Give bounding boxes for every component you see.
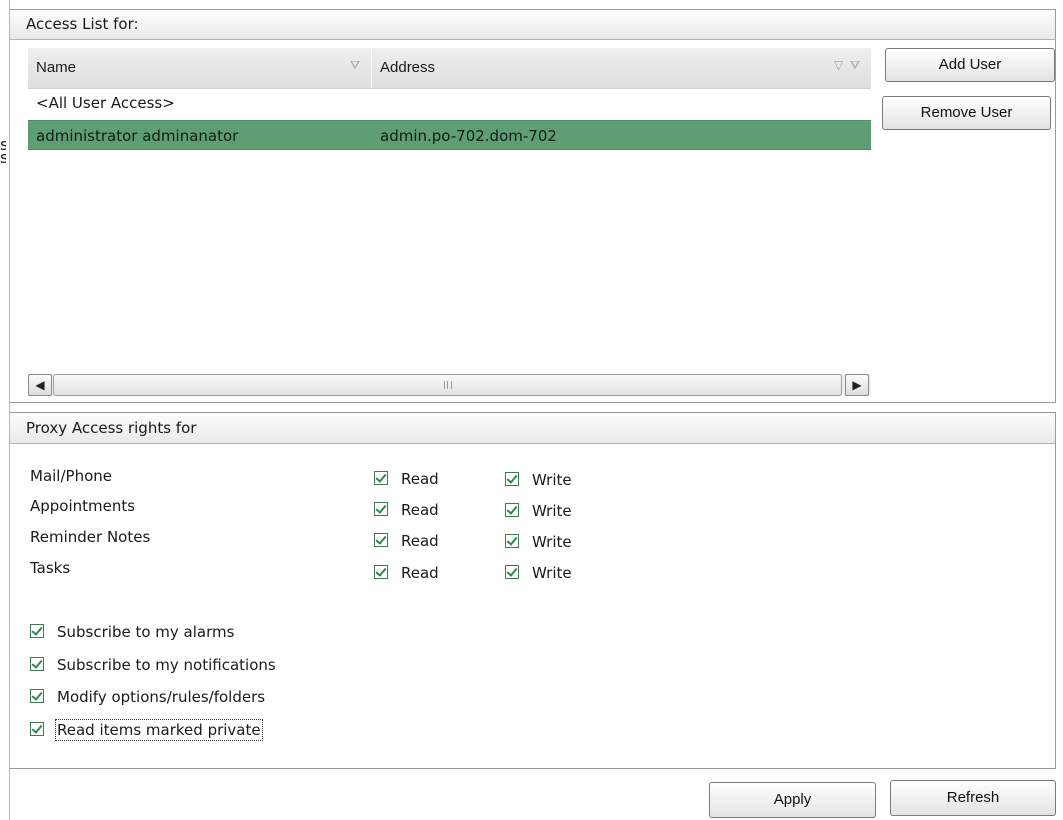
rights-label-appointments: Appointments [30,497,136,515]
read-label: Read [401,532,439,550]
clipped-edge-glyph: ss [0,138,6,164]
column-header-address[interactable]: Address ▽ ⛛ [372,48,871,88]
write-checkbox-mail-phone[interactable] [505,472,519,486]
read-label: Read [401,564,439,582]
read-label: Read [401,501,439,519]
proxy-rights-header: Proxy Access rights for [10,413,1055,444]
rights-label-tasks: Tasks [30,559,71,577]
list-item-name: administrator adminanator [36,127,239,145]
subscribe-alarms-label: Subscribe to my alarms [57,623,235,641]
read-private-checkbox[interactable] [30,722,44,736]
filter-icon[interactable]: ⛛ [850,58,860,72]
sort-icon[interactable]: ▽ [834,58,843,72]
proxy-access-window: ss Access List for: Name ⛛ Address ▽ ⛛ <… [0,0,1063,820]
scrollbar-thumb[interactable] [53,374,842,396]
write-label: Write [532,533,572,551]
scroll-right-arrow-icon[interactable]: ▶ [845,374,869,396]
write-checkbox-tasks[interactable] [505,565,519,579]
subscribe-notifications-label: Subscribe to my notifications [57,656,276,674]
column-header-name-label: Name [36,59,77,76]
list-column-header-row: Name ⛛ Address ▽ ⛛ [28,48,871,89]
access-list-panel: Access List for: Name ⛛ Address ▽ ⛛ <All… [10,9,1056,403]
write-checkbox-appointments[interactable] [505,503,519,517]
list-item-name: <All User Access> [36,94,175,112]
write-label: Write [532,502,572,520]
read-checkbox-appointments[interactable] [374,502,388,516]
subscribe-alarms-checkbox[interactable] [30,624,44,638]
modify-options-checkbox[interactable] [30,689,44,703]
modify-options-label: Modify options/rules/folders [57,688,266,706]
list-item-all-user-access[interactable]: <All User Access> [28,88,871,118]
write-checkbox-reminder-notes[interactable] [505,534,519,548]
read-checkbox-mail-phone[interactable] [374,471,388,485]
access-list-header: Access List for: [10,10,1055,40]
add-user-button[interactable]: Add User [885,48,1055,82]
read-checkbox-tasks[interactable] [374,565,388,579]
horizontal-scrollbar[interactable]: ◀ ▶ [28,374,871,396]
read-checkbox-reminder-notes[interactable] [374,533,388,547]
proxy-rights-panel: Proxy Access rights for Mail/Phone Read … [10,412,1056,769]
column-header-name[interactable]: Name ⛛ [28,48,372,88]
rights-label-reminder-notes: Reminder Notes [30,528,151,546]
scrollbar-grip-icon [443,381,452,389]
column-header-address-label: Address [380,59,436,76]
filter-icon[interactable]: ⛛ [350,58,360,72]
rights-label-mail-phone: Mail/Phone [30,467,112,485]
apply-button[interactable]: Apply [709,782,876,818]
write-label: Write [532,471,572,489]
list-item-administrator[interactable]: administrator adminanator admin.po-702.d… [28,120,871,150]
write-label: Write [532,564,572,582]
read-label: Read [401,470,439,488]
subscribe-notifications-checkbox[interactable] [30,657,44,671]
remove-user-button[interactable]: Remove User [882,96,1051,130]
refresh-button[interactable]: Refresh [890,780,1056,816]
scroll-left-arrow-icon[interactable]: ◀ [28,374,52,396]
read-private-label: Read items marked private [55,719,263,741]
access-list[interactable]: Name ⛛ Address ▽ ⛛ <All User Access> adm… [28,48,871,398]
list-item-address: admin.po-702.dom-702 [380,127,557,145]
